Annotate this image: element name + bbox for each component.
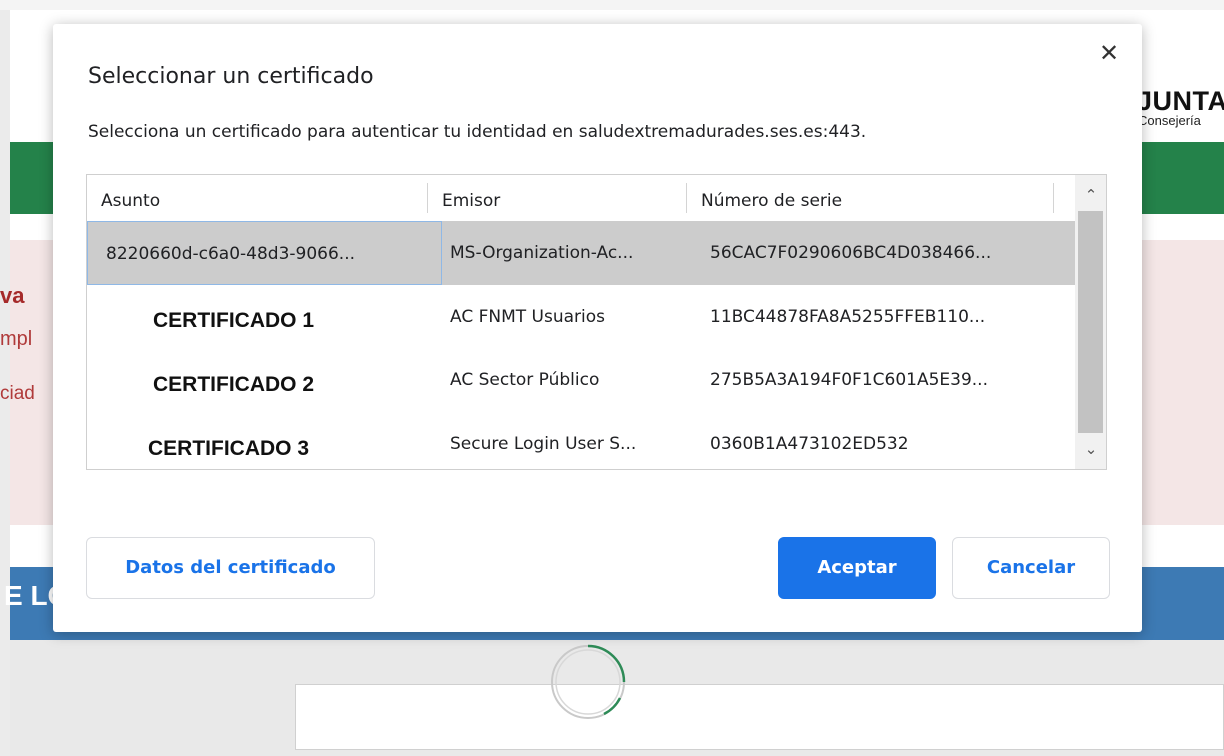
- cell-serial: 0360B1A473102ED532: [710, 434, 909, 454]
- cell-issuer: AC FNMT Usuarios: [450, 307, 606, 327]
- close-icon[interactable]: ✕: [1096, 40, 1122, 66]
- loading-spinner-icon: [551, 644, 626, 719]
- dialog-description: Selecciona un certificado para autentica…: [88, 122, 867, 142]
- certificate-details-button[interactable]: Datos del certificado: [86, 537, 375, 599]
- page-top-strip: [0, 0, 1224, 10]
- alert-heading-fragment: va: [0, 283, 25, 308]
- page-content-box: [295, 684, 1224, 750]
- cell-serial: 56CAC7F0290606BC4D038466...: [710, 243, 992, 263]
- dialog-title: Seleccionar un certificado: [88, 64, 374, 89]
- certificate-table: Asunto Emisor Número de serie 8220660d-c…: [86, 174, 1107, 470]
- scroll-down-icon[interactable]: ⌄: [1075, 429, 1106, 469]
- table-row[interactable]: CERTIFICADO 2 AC Sector Público 275B5A3A…: [87, 349, 1075, 413]
- table-row[interactable]: 8220660d-c6a0-48d3-9066... MS-Organizati…: [87, 221, 1075, 285]
- table-scrollbar[interactable]: ⌃ ⌄: [1075, 175, 1106, 469]
- cell-issuer: Secure Login User S...: [450, 434, 637, 454]
- accept-button[interactable]: Aceptar: [778, 537, 936, 599]
- cell-serial: 275B5A3A194F0F1C601A5E39...: [710, 370, 988, 390]
- select-certificate-dialog: ✕ Seleccionar un certificado Selecciona …: [53, 24, 1142, 632]
- alert-text-fragment-2: ciad: [0, 383, 35, 404]
- cell-issuer: AC Sector Público: [450, 370, 600, 390]
- column-header-serial[interactable]: Número de serie: [687, 175, 1053, 221]
- table-header: Asunto Emisor Número de serie: [87, 175, 1075, 221]
- cell-issuer: MS-Organization-Ac...: [450, 243, 634, 263]
- table-row[interactable]: CERTIFICADO 3 Secure Login User S... 036…: [87, 413, 1075, 469]
- cell-subject: CERTIFICADO 3: [148, 437, 310, 460]
- scrollbar-thumb[interactable]: [1078, 211, 1103, 433]
- cell-subject: 8220660d-c6a0-48d3-9066...: [87, 221, 442, 285]
- table-row[interactable]: CERTIFICADO 1 AC FNMT Usuarios 11BC44878…: [87, 285, 1075, 349]
- alert-text-fragment: mpl: [0, 328, 33, 350]
- cell-subject: CERTIFICADO 2: [153, 373, 315, 396]
- cell-serial: 11BC44878FA8A5255FFEB110...: [710, 307, 986, 327]
- column-header-subject[interactable]: Asunto: [87, 175, 427, 221]
- scroll-up-icon[interactable]: ⌃: [1075, 175, 1106, 215]
- column-header-issuer[interactable]: Emisor: [428, 175, 686, 221]
- cancel-button[interactable]: Cancelar: [952, 537, 1110, 599]
- brand-subtitle: Consejería: [1138, 113, 1201, 128]
- cell-subject: CERTIFICADO 1: [153, 309, 315, 332]
- column-divider[interactable]: [1053, 183, 1054, 213]
